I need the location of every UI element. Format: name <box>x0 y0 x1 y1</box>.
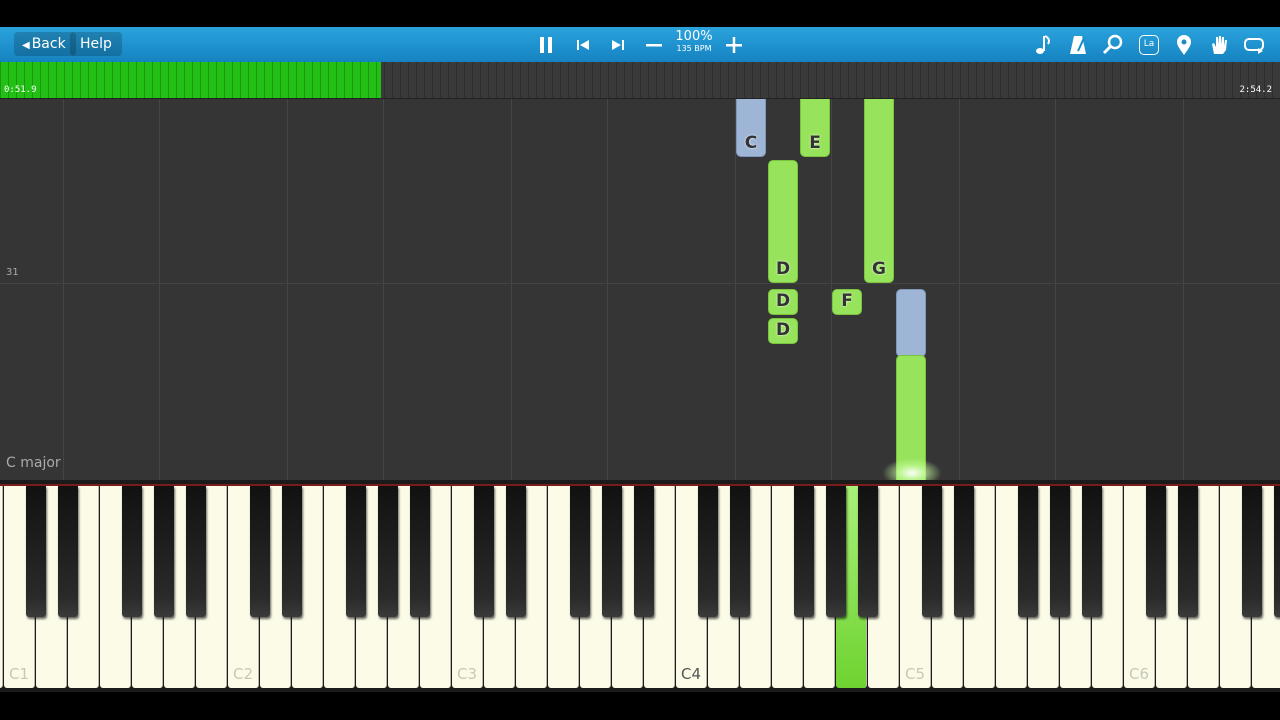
grid-line <box>511 99 512 480</box>
music-note-icon[interactable] <box>1030 32 1056 58</box>
black-key[interactable] <box>698 486 718 617</box>
loop-icon[interactable] <box>1241 32 1267 58</box>
grid-line <box>159 99 160 480</box>
note-label: D <box>775 259 791 279</box>
black-key[interactable] <box>570 486 590 617</box>
white-key[interactable] <box>0 486 3 688</box>
location-pin-icon[interactable] <box>1171 32 1197 58</box>
black-key[interactable] <box>378 486 398 617</box>
total-time: 2:54.2 <box>1239 85 1272 95</box>
toolbar: ◀ Back Help 100% 135 BPM La <box>0 27 1280 63</box>
black-key[interactable] <box>730 486 750 617</box>
grid-line <box>607 99 608 480</box>
grid-line <box>63 99 64 480</box>
tempo-display: 100% 135 BPM <box>670 30 718 54</box>
black-key[interactable] <box>1082 486 1102 617</box>
plus-icon[interactable] <box>721 32 747 58</box>
black-key[interactable] <box>58 486 78 617</box>
note-label: D <box>775 320 791 340</box>
falling-note <box>896 289 926 357</box>
progress-bar[interactable]: 0:51.9 2:54.2 <box>0 62 1280 99</box>
key-signature-label: C major <box>6 455 61 471</box>
black-key[interactable] <box>26 486 46 617</box>
back-arrow-icon: ◀ <box>22 40 30 51</box>
falling-note: E <box>800 99 830 157</box>
grid-line <box>1183 99 1184 480</box>
black-key[interactable] <box>1050 486 1070 617</box>
falling-note: D <box>768 160 798 283</box>
back-button[interactable]: ◀ Back <box>14 32 76 56</box>
falling-note: C <box>736 99 766 157</box>
hand-icon[interactable] <box>1206 32 1232 58</box>
grid-line <box>1055 99 1056 480</box>
falling-note: G <box>864 99 894 283</box>
help-button[interactable]: Help <box>70 32 122 56</box>
black-key[interactable] <box>1146 486 1166 617</box>
elapsed-time: 0:51.9 <box>4 85 37 95</box>
black-key[interactable] <box>410 486 430 617</box>
black-key[interactable] <box>634 486 654 617</box>
black-key[interactable] <box>154 486 174 617</box>
black-key[interactable] <box>186 486 206 617</box>
grid-line <box>287 99 288 480</box>
measure-number: 31 <box>6 267 19 278</box>
black-key[interactable] <box>122 486 142 617</box>
grid-line <box>831 99 832 480</box>
black-key[interactable] <box>1018 486 1038 617</box>
black-key[interactable] <box>794 486 814 617</box>
black-key[interactable] <box>1242 486 1262 617</box>
octave-label: C3 <box>456 665 478 683</box>
black-key[interactable] <box>1274 486 1280 617</box>
metronome-icon[interactable] <box>1065 32 1091 58</box>
minus-icon[interactable] <box>641 32 667 58</box>
black-key[interactable] <box>826 486 846 617</box>
black-key[interactable] <box>282 486 302 617</box>
octave-label: C4 <box>680 665 702 683</box>
black-key[interactable] <box>858 486 878 617</box>
note-label: G <box>872 259 886 279</box>
piano-keyboard: C1 C2 C3 C4 C5 C6 <box>0 480 1280 692</box>
black-key[interactable] <box>602 486 622 617</box>
black-key[interactable] <box>346 486 366 617</box>
falling-note: D <box>768 318 798 344</box>
la-icon[interactable]: La <box>1136 32 1162 58</box>
octave-label: C1 <box>8 665 30 683</box>
previous-icon[interactable] <box>570 32 596 58</box>
falling-note: F <box>832 289 862 315</box>
la-icon-text: La <box>1139 35 1159 55</box>
measure-line <box>0 283 1280 284</box>
back-label: Back <box>31 36 66 52</box>
black-key[interactable] <box>954 486 974 617</box>
note-label: D <box>775 291 791 311</box>
octave-label: C2 <box>232 665 254 683</box>
note-label: C <box>744 133 758 153</box>
black-key[interactable] <box>506 486 526 617</box>
search-icon[interactable] <box>1100 32 1126 58</box>
pause-icon[interactable] <box>533 32 559 58</box>
black-key[interactable] <box>1178 486 1198 617</box>
black-key[interactable] <box>474 486 494 617</box>
black-key[interactable] <box>922 486 942 617</box>
tempo-bpm: 135 BPM <box>676 44 712 53</box>
octave-label: C5 <box>904 665 926 683</box>
grid-line <box>383 99 384 480</box>
note-label: E <box>809 133 821 153</box>
black-key[interactable] <box>250 486 270 617</box>
piano-roll: 31 C major C E G D D D F <box>0 99 1280 480</box>
next-icon[interactable] <box>605 32 631 58</box>
grid-line <box>959 99 960 480</box>
octave-label: C6 <box>1128 665 1150 683</box>
progress-ticks <box>0 62 1280 98</box>
grid-line <box>735 99 736 480</box>
note-label: F <box>841 291 853 311</box>
falling-note: D <box>768 289 798 315</box>
tempo-percent: 100% <box>675 29 713 44</box>
